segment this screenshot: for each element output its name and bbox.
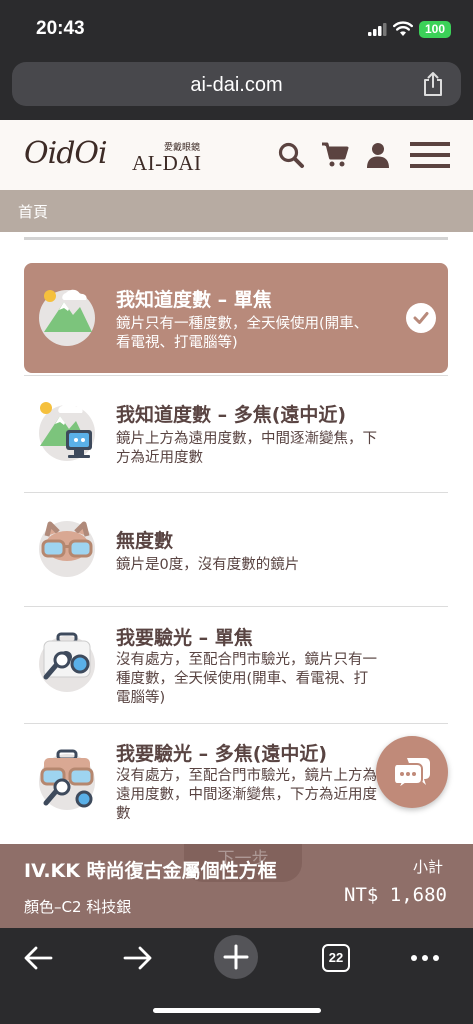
back-arrow-icon[interactable] xyxy=(22,940,54,976)
option-title: 我知道度數 – 多焦(遠中近) xyxy=(116,404,347,426)
lens-option-known-multifocal[interactable]: 我知道度數 – 多焦(遠中近) 鏡片上方為遠用度數，中間逐漸變焦，下方為近用度數 xyxy=(24,378,448,493)
cellular-signal-icon xyxy=(368,23,387,36)
more-options-icon[interactable] xyxy=(410,940,440,976)
option-description: 沒有處方，至配合門市驗光，鏡片只有一種度數，全天候使用(開車、看電視、打電腦等) xyxy=(116,652,377,706)
tab-switcher-button[interactable]: 22 xyxy=(322,944,350,972)
user-account-icon[interactable] xyxy=(364,141,392,169)
option-title: 無度數 xyxy=(116,530,174,552)
subtotal-label: 小計 xyxy=(412,858,443,876)
divider xyxy=(24,237,448,240)
option-description: 鏡片是0度，沒有度數的鏡片 xyxy=(116,557,300,573)
option-title: 我知道度數 – 單焦 xyxy=(116,289,272,311)
logo-script: OidOi xyxy=(24,136,108,171)
glasses-face-icon xyxy=(36,516,98,578)
forward-arrow-icon[interactable] xyxy=(122,940,154,976)
option-description: 沒有處方，至配合門市驗光，鏡片上方為遠用度數，中間逐漸變焦，下方為近用度數 xyxy=(116,768,377,822)
url-field[interactable]: ai-dai.com xyxy=(12,62,461,106)
option-description: 鏡片上方為遠用度數，中間逐漸變焦，下方為近用度數 xyxy=(116,431,377,466)
product-variant: 顏色–C2 科技銀 xyxy=(24,898,132,916)
site-logo[interactable]: OidOi 愛戴眼鏡 AI-DAI xyxy=(24,136,214,176)
chat-bubble-icon xyxy=(393,758,430,790)
option-title: 我要驗光 – 單焦 xyxy=(116,627,253,649)
eye-exam-kit-icon xyxy=(36,631,98,693)
browser-address-bar: ai-dai.com xyxy=(0,58,473,120)
battery-indicator: 100 xyxy=(419,21,451,38)
checkmark-icon xyxy=(406,303,436,333)
wifi-icon xyxy=(393,21,413,36)
eye-exam-glasses-icon xyxy=(36,749,98,811)
mountain-monitor-icon xyxy=(36,400,98,462)
product-summary-bar: 下一步 IV.KK 時尚復古金屬個性方框 顏色–C2 科技銀 小計 NT$ 1,… xyxy=(0,844,473,928)
status-bar: 20:43 100 xyxy=(0,0,473,58)
browser-toolbar: 22 xyxy=(0,928,473,1024)
breadcrumb: 首頁 xyxy=(0,190,473,232)
breadcrumb-home-link[interactable]: 首頁 xyxy=(18,201,48,222)
url-text: ai-dai.com xyxy=(190,74,283,96)
lens-option-eye-exam-single[interactable]: 我要驗光 – 單焦 沒有處方，至配合門市驗光，鏡片只有一種度數，全天候使用(開車… xyxy=(24,609,448,724)
cart-icon[interactable] xyxy=(321,141,349,169)
status-time: 20:43 xyxy=(36,18,85,39)
home-indicator xyxy=(153,1008,321,1013)
option-description: 鏡片只有一種度數，全天候使用(開車、看電視、打電腦等) xyxy=(116,316,369,351)
option-title: 我要驗光 – 多焦(遠中近) xyxy=(116,743,328,765)
share-icon[interactable] xyxy=(421,71,445,97)
search-icon[interactable] xyxy=(277,141,305,169)
new-tab-button[interactable] xyxy=(214,935,258,979)
lens-option-known-single[interactable]: 我知道度數 – 單焦 鏡片只有一種度數，全天候使用(開車、看電視、打電腦等) xyxy=(24,263,448,376)
hamburger-menu-icon[interactable] xyxy=(410,141,450,169)
subtotal-price: NT$ 1,680 xyxy=(344,884,447,906)
lens-option-no-prescription[interactable]: 無度數 鏡片是0度，沒有度數的鏡片 xyxy=(24,494,448,607)
logo-brand-name: AI-DAI xyxy=(132,151,202,175)
plus-icon xyxy=(223,944,249,970)
site-header: OidOi 愛戴眼鏡 AI-DAI xyxy=(0,120,473,190)
mountain-icon xyxy=(36,285,98,347)
chat-button[interactable] xyxy=(376,736,448,808)
product-name: IV.KK 時尚復古金屬個性方框 xyxy=(24,860,277,882)
